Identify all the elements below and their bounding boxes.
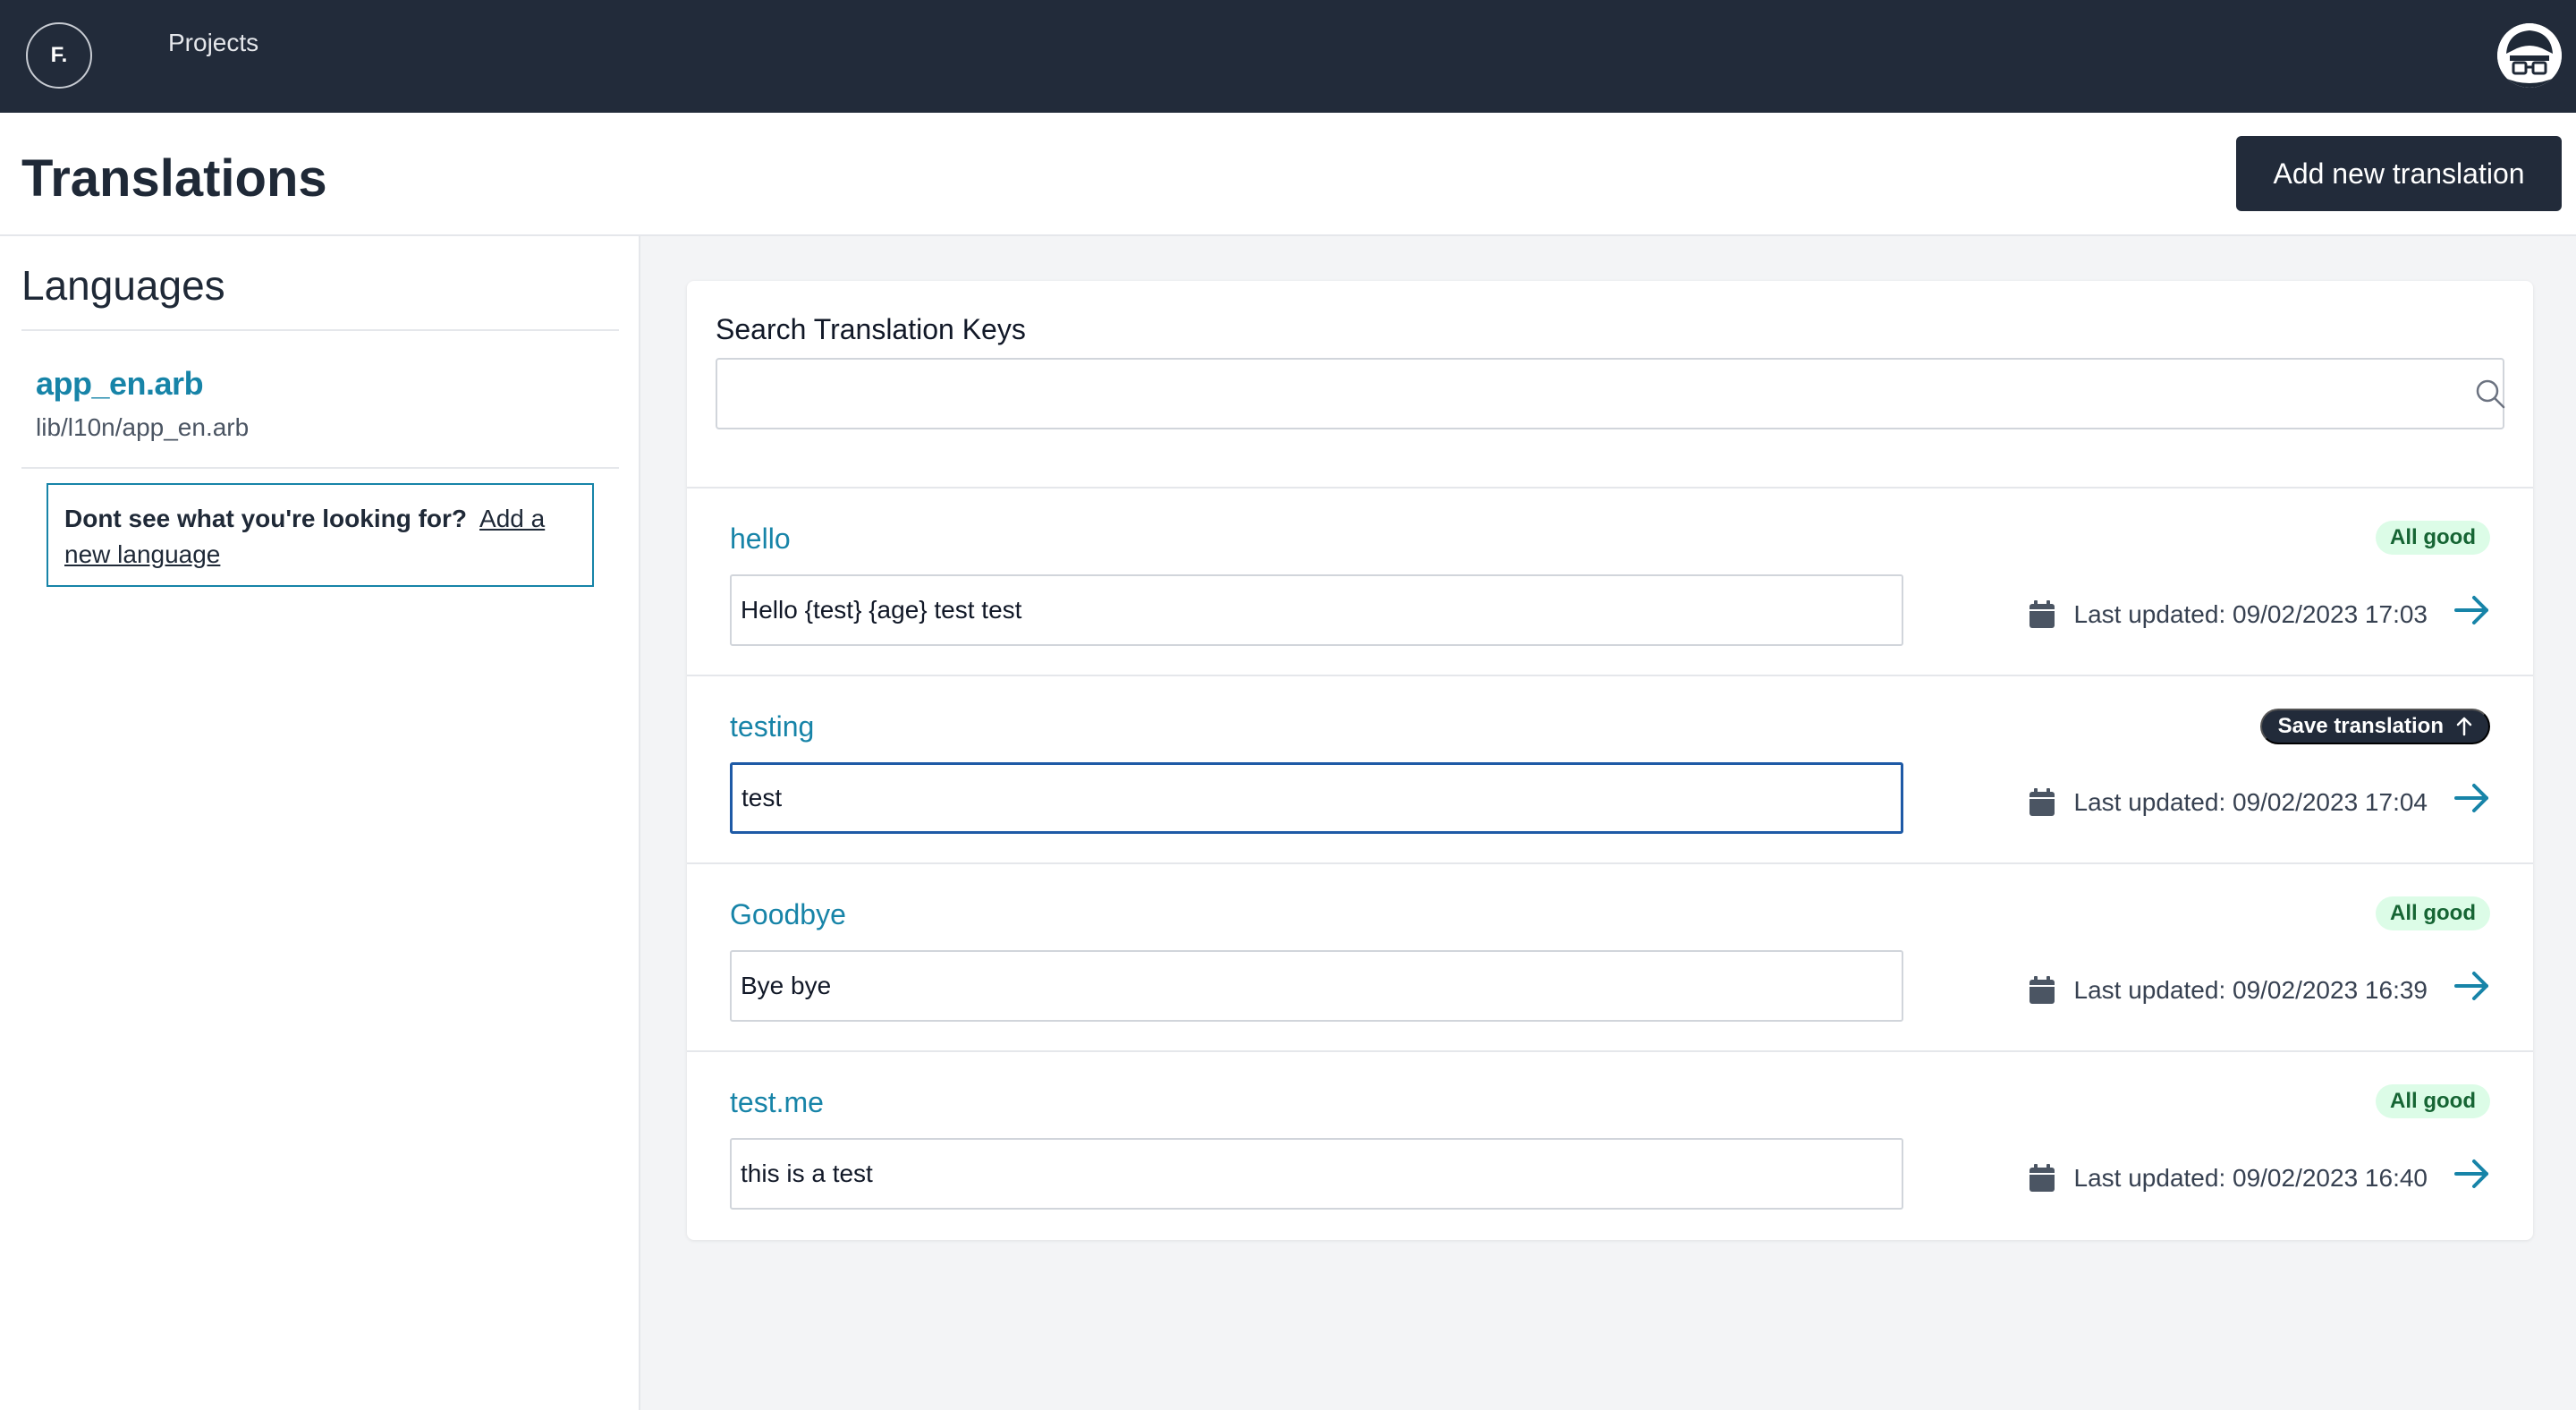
search-input[interactable] xyxy=(716,358,2504,429)
last-updated-text: Last updated: 09/02/2023 17:03 xyxy=(2073,600,2428,628)
last-updated-text: Last updated: 09/02/2023 16:40 xyxy=(2073,1164,2428,1192)
translation-value-input[interactable] xyxy=(730,950,1903,1022)
translation-row: hello All good Last updated: 09/02/2023 … xyxy=(687,487,2533,675)
last-updated: Last updated: 09/02/2023 17:04 xyxy=(2028,787,2428,818)
sidebar-title: Languages xyxy=(21,262,225,309)
avatar-icon xyxy=(2497,23,2562,88)
sidebar-divider xyxy=(21,329,619,331)
save-translation-button[interactable]: Save translation xyxy=(2259,709,2490,744)
translation-value-input[interactable] xyxy=(730,574,1903,646)
app-logo[interactable]: F. xyxy=(26,22,92,89)
translation-key: test.me xyxy=(730,1086,824,1118)
calendar-icon xyxy=(2029,600,2055,628)
translation-value-input[interactable] xyxy=(730,1138,1903,1210)
user-avatar[interactable] xyxy=(2497,23,2562,88)
translation-value-input[interactable] xyxy=(730,762,1903,834)
last-updated: Last updated: 09/02/2023 16:40 xyxy=(2028,1163,2428,1193)
page-title: Translations xyxy=(21,149,327,208)
arrow-right-icon[interactable] xyxy=(2453,590,2492,630)
save-translation-label: Save translation xyxy=(2277,714,2444,738)
translation-key: Goodbye xyxy=(730,898,846,930)
language-file-link[interactable]: app_en.arb xyxy=(36,365,204,403)
language-file-path: lib/l10n/app_en.arb xyxy=(36,413,250,441)
translation-row: Goodbye All good Last updated: 09/02/202… xyxy=(687,862,2533,1050)
last-updated-text: Last updated: 09/02/2023 17:04 xyxy=(2073,788,2428,816)
search-icon[interactable] xyxy=(2474,378,2506,410)
translation-row: test.me All good Last updated: 09/02/202… xyxy=(687,1050,2533,1238)
arrow-up-icon xyxy=(2456,717,2472,736)
last-updated: Last updated: 09/02/2023 17:03 xyxy=(2028,599,2428,630)
help-text: Dont see what you're looking for? xyxy=(64,505,468,532)
add-new-translation-button[interactable]: Add new translation xyxy=(2236,136,2562,211)
add-language-help-box: Dont see what you're looking for? Add a n… xyxy=(47,483,594,587)
calendar-icon xyxy=(2029,1164,2055,1192)
top-navbar: F. Projects xyxy=(0,0,2576,113)
status-badge: All good xyxy=(2376,896,2490,930)
status-badge: All good xyxy=(2376,521,2490,555)
arrow-right-icon[interactable] xyxy=(2453,1154,2492,1193)
page-header: Translations Add new translation xyxy=(0,113,2576,236)
last-updated: Last updated: 09/02/2023 16:39 xyxy=(2028,975,2428,1006)
calendar-icon xyxy=(2029,788,2055,816)
sidebar-divider xyxy=(21,467,619,469)
arrow-right-icon[interactable] xyxy=(2453,778,2492,818)
translation-row: testing Save translation Last updated: 0… xyxy=(687,675,2533,862)
languages-sidebar: Languages app_en.arb lib/l10n/app_en.arb… xyxy=(0,236,640,1410)
arrow-right-icon[interactable] xyxy=(2453,966,2492,1006)
search-label: Search Translation Keys xyxy=(716,313,1026,345)
nav-projects-link[interactable]: Projects xyxy=(168,29,258,57)
translation-key: testing xyxy=(730,710,815,743)
translation-key: hello xyxy=(730,522,791,555)
main-content: Search Translation Keys hello All good L… xyxy=(640,236,2576,1410)
translations-card: Search Translation Keys hello All good L… xyxy=(687,281,2533,1240)
calendar-icon xyxy=(2029,976,2055,1004)
last-updated-text: Last updated: 09/02/2023 16:39 xyxy=(2073,976,2428,1004)
status-badge: All good xyxy=(2376,1084,2490,1118)
